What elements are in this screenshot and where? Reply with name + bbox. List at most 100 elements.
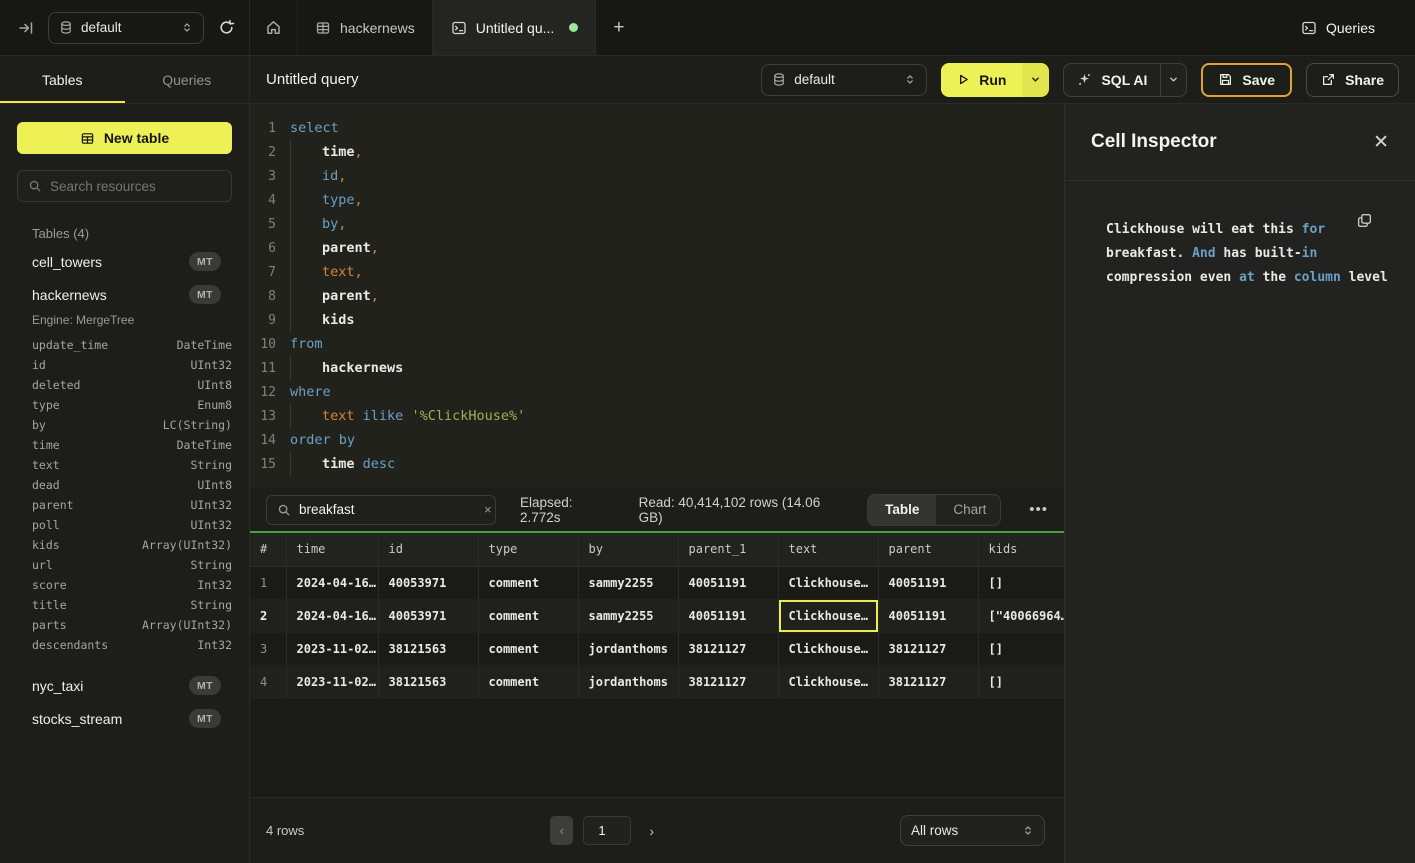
cell[interactable]: 40053971 — [378, 599, 478, 632]
editor-line[interactable]: 11hackernews — [250, 356, 1064, 380]
column-header[interactable]: time — [286, 533, 378, 566]
cell[interactable]: 38121127 — [878, 665, 978, 698]
run-options-button[interactable] — [1022, 63, 1049, 97]
cell[interactable]: [] — [978, 566, 1064, 599]
sidebar-tab-tables[interactable]: Tables — [0, 56, 125, 103]
table-item[interactable]: nyc_taxiMT — [0, 669, 249, 702]
cell[interactable]: 2024-04-16… — [286, 566, 378, 599]
cell[interactable]: [] — [978, 665, 1064, 698]
page-size-selector[interactable]: All rows — [900, 815, 1045, 846]
new-tab-button[interactable]: + — [596, 0, 641, 55]
code-text: parent, — [290, 284, 379, 308]
collapse-sidebar-icon[interactable] — [18, 20, 34, 36]
cell[interactable]: 38121127 — [678, 632, 778, 665]
queries-button[interactable]: Queries — [1301, 0, 1415, 55]
resource-search[interactable] — [17, 170, 232, 202]
sql-ai-button[interactable]: SQL AI — [1064, 64, 1160, 96]
cell[interactable]: [] — [978, 632, 1064, 665]
cell[interactable]: sammy2255 — [578, 599, 678, 632]
editor-line[interactable]: 15time desc — [250, 452, 1064, 476]
editor-line[interactable]: 3id, — [250, 164, 1064, 188]
editor-line[interactable]: 2time, — [250, 140, 1064, 164]
next-page-button[interactable]: › — [649, 823, 654, 839]
database-selector[interactable]: default — [48, 12, 204, 44]
sql-editor[interactable]: 1select2time,3id,4type,5by,6parent,7text… — [250, 104, 1064, 488]
tab-hackernews[interactable]: hackernews — [298, 0, 433, 55]
table-item[interactable]: cell_towersMT — [0, 245, 249, 278]
editor-line[interactable]: 14order by — [250, 428, 1064, 452]
cell[interactable]: comment — [478, 599, 578, 632]
column-row: descendantsInt32 — [0, 635, 249, 655]
column-header[interactable]: id — [378, 533, 478, 566]
close-icon[interactable]: ✕ — [1373, 131, 1389, 154]
tab-home[interactable] — [250, 0, 298, 55]
table-item[interactable]: hackernewsMT — [0, 278, 249, 311]
more-options-icon[interactable]: ••• — [1029, 501, 1048, 518]
cell[interactable]: 2023-11-02… — [286, 632, 378, 665]
cell[interactable]: comment — [478, 665, 578, 698]
refresh-icon[interactable] — [218, 19, 235, 36]
cell[interactable]: Clickhouse… — [778, 632, 878, 665]
editor-line[interactable]: 7text, — [250, 260, 1064, 284]
cell[interactable]: 38121563 — [378, 665, 478, 698]
cell[interactable]: Clickhouse… — [778, 566, 878, 599]
editor-line[interactable]: 8parent, — [250, 284, 1064, 308]
results-search-input[interactable] — [299, 502, 476, 517]
column-header[interactable]: # — [250, 533, 286, 566]
play-icon — [957, 73, 970, 86]
cell[interactable]: 40051191 — [678, 566, 778, 599]
cell[interactable]: 38121127 — [678, 665, 778, 698]
cell[interactable]: 40051191 — [678, 599, 778, 632]
editor-line[interactable]: 9kids — [250, 308, 1064, 332]
column-header[interactable]: by — [578, 533, 678, 566]
clear-search-icon[interactable]: × — [484, 502, 492, 517]
results-search[interactable]: × — [266, 495, 496, 525]
view-toggle-chart[interactable]: Chart — [936, 495, 1001, 525]
cell[interactable]: Clickhouse… — [778, 665, 878, 698]
cell[interactable]: ["40066964… — [978, 599, 1064, 632]
cell[interactable]: 40053971 — [378, 566, 478, 599]
cell[interactable]: sammy2255 — [578, 566, 678, 599]
tab-untitled-query[interactable]: Untitled qu... — [433, 0, 597, 55]
column-header[interactable]: type — [478, 533, 578, 566]
editor-line[interactable]: 4type, — [250, 188, 1064, 212]
cell[interactable]: 38121127 — [878, 632, 978, 665]
indent-guide — [290, 212, 322, 236]
cell[interactable]: 2024-04-16… — [286, 599, 378, 632]
resource-search-input[interactable] — [50, 179, 227, 194]
cell[interactable]: comment — [478, 566, 578, 599]
editor-line[interactable]: 1select — [250, 116, 1064, 140]
editor-line[interactable]: 6parent, — [250, 236, 1064, 260]
run-button[interactable]: Run — [941, 63, 1022, 97]
editor-line[interactable]: 5by, — [250, 212, 1064, 236]
sidebar-tab-queries[interactable]: Queries — [125, 56, 250, 103]
column-header[interactable]: kids — [978, 533, 1064, 566]
cell[interactable]: 2023-11-02… — [286, 665, 378, 698]
page-number-input[interactable]: 1 — [583, 816, 631, 845]
copy-icon[interactable] — [1356, 212, 1373, 229]
cell[interactable]: 40051191 — [878, 566, 978, 599]
editor-line[interactable]: 13text ilike '%ClickHouse%' — [250, 404, 1064, 428]
terminal-icon — [451, 20, 467, 36]
column-header[interactable]: parent — [878, 533, 978, 566]
editor-line[interactable]: 12where — [250, 380, 1064, 404]
cell[interactable]: 40051191 — [878, 599, 978, 632]
cell[interactable]: jordanthoms — [578, 665, 678, 698]
query-database-selector[interactable]: default — [761, 64, 927, 96]
column-row: titleString — [0, 595, 249, 615]
table-item[interactable]: stocks_streamMT — [0, 702, 249, 735]
new-table-button[interactable]: New table — [17, 122, 232, 154]
sql-ai-options-button[interactable] — [1160, 64, 1186, 96]
save-button[interactable]: Save — [1201, 63, 1292, 97]
column-row: kidsArray(UInt32) — [0, 535, 249, 555]
cell[interactable]: comment — [478, 632, 578, 665]
editor-line[interactable]: 10from — [250, 332, 1064, 356]
cell[interactable]: Clickhouse… — [778, 599, 878, 632]
share-button[interactable]: Share — [1306, 63, 1399, 97]
cell[interactable]: jordanthoms — [578, 632, 678, 665]
previous-page-button[interactable]: ‹ — [550, 816, 573, 845]
column-header[interactable]: parent_1 — [678, 533, 778, 566]
view-toggle-table[interactable]: Table — [868, 495, 936, 525]
column-header[interactable]: text — [778, 533, 878, 566]
cell[interactable]: 38121563 — [378, 632, 478, 665]
